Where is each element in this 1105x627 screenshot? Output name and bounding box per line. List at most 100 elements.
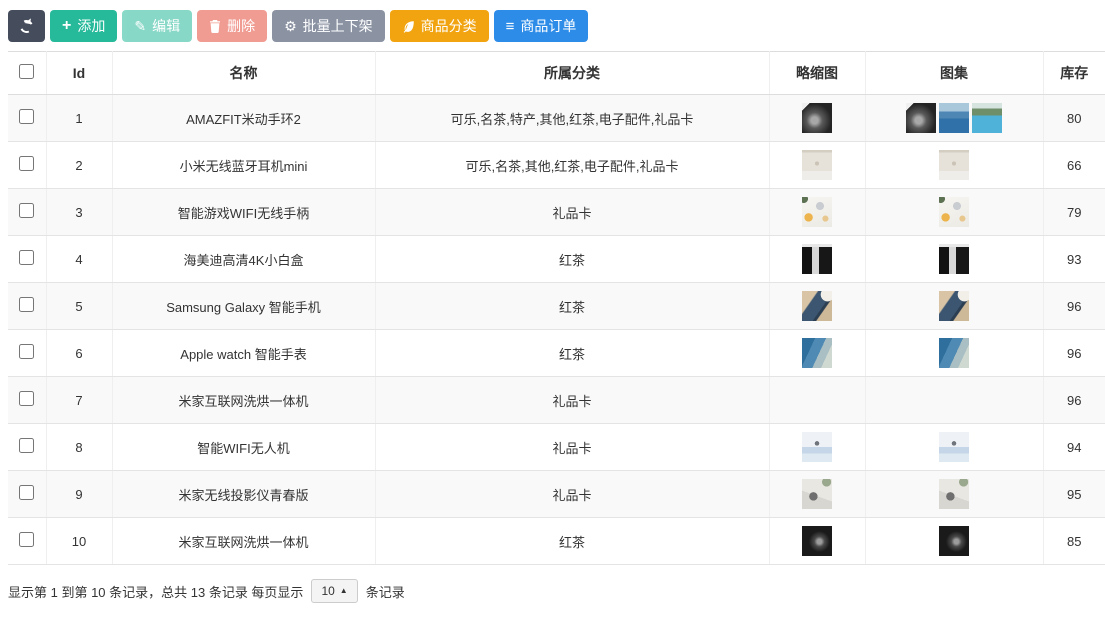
column-header-gallery: 图集: [865, 52, 1043, 95]
product-category-label: 商品分类: [421, 16, 477, 36]
toolbar: + 添加 ✎ 编辑 删除 ⚙ 批量上下架 商品分类 ≡ 商品订单: [8, 10, 1105, 42]
cell-category: 礼品卡: [375, 377, 769, 424]
edit-button[interactable]: ✎ 编辑: [122, 10, 192, 42]
product-category-button[interactable]: 商品分类: [390, 10, 489, 42]
cell-stock: 80: [1043, 95, 1105, 142]
pencil-icon: ✎: [134, 19, 146, 33]
cell-category: 礼品卡: [375, 424, 769, 471]
thumbnail-image[interactable]: [802, 432, 832, 462]
select-all-cell: [8, 52, 46, 95]
trash-icon: [209, 20, 221, 33]
cell-category: 可乐,名茶,其他,红茶,电子配件,礼品卡: [375, 142, 769, 189]
cell-stock: 96: [1043, 377, 1105, 424]
column-header-name: 名称: [112, 52, 375, 95]
table-row[interactable]: 3 智能游戏WIFI无线手柄 礼品卡 79: [8, 189, 1105, 236]
gallery-image[interactable]: [939, 197, 969, 227]
cell-id: 9: [46, 471, 112, 518]
delete-button[interactable]: 删除: [197, 10, 267, 42]
add-button[interactable]: + 添加: [50, 10, 117, 42]
cell-id: 8: [46, 424, 112, 471]
gallery-image[interactable]: [939, 103, 969, 133]
column-header-category: 所属分类: [375, 52, 769, 95]
cell-stock: 94: [1043, 424, 1105, 471]
thumbnail-image[interactable]: [802, 244, 832, 274]
thumbnail-image[interactable]: [802, 197, 832, 227]
table-row[interactable]: 2 小米无线蓝牙耳机mini 可乐,名茶,其他,红茶,电子配件,礼品卡 66: [8, 142, 1105, 189]
cell-thumbnail-empty: [769, 377, 865, 424]
thumbnail-image[interactable]: [802, 479, 832, 509]
table-row[interactable]: 8 智能WIFI无人机 礼品卡 94: [8, 424, 1105, 471]
cell-id: 4: [46, 236, 112, 283]
cell-name: 海美迪高清4K小白盒: [112, 236, 375, 283]
column-header-stock: 库存: [1043, 52, 1105, 95]
cell-name: 智能WIFI无人机: [112, 424, 375, 471]
gallery-image[interactable]: [939, 526, 969, 556]
cell-name: 米家无线投影仪青春版: [112, 471, 375, 518]
thumbnail-image[interactable]: [802, 291, 832, 321]
pagination-summary: 显示第 1 到第 10 条记录，总共 13 条记录 每页显示: [8, 582, 303, 601]
row-checkbox[interactable]: [19, 532, 34, 547]
row-checkbox[interactable]: [19, 344, 34, 359]
batch-updown-button[interactable]: ⚙ 批量上下架: [272, 10, 385, 42]
row-checkbox[interactable]: [19, 250, 34, 265]
row-checkbox[interactable]: [19, 109, 34, 124]
gallery-image[interactable]: [939, 291, 969, 321]
row-checkbox[interactable]: [19, 156, 34, 171]
column-header-id: Id: [46, 52, 112, 95]
row-checkbox[interactable]: [19, 203, 34, 218]
cell-id: 2: [46, 142, 112, 189]
gallery-image[interactable]: [939, 150, 969, 180]
table-row[interactable]: 9 米家无线投影仪青春版 礼品卡 95: [8, 471, 1105, 518]
thumbnail-image[interactable]: [802, 150, 832, 180]
cell-id: 1: [46, 95, 112, 142]
cell-category: 红茶: [375, 236, 769, 283]
table-row[interactable]: 5 Samsung Galaxy 智能手机 红茶 96: [8, 283, 1105, 330]
thumbnail-image[interactable]: [802, 103, 832, 133]
table-row[interactable]: 4 海美迪高清4K小白盒 红茶 93: [8, 236, 1105, 283]
cell-category: 红茶: [375, 330, 769, 377]
cell-stock: 93: [1043, 236, 1105, 283]
gallery-image[interactable]: [939, 479, 969, 509]
gallery-image[interactable]: [939, 338, 969, 368]
row-checkbox[interactable]: [19, 391, 34, 406]
row-checkbox[interactable]: [19, 485, 34, 500]
cell-id: 3: [46, 189, 112, 236]
table-row[interactable]: 7 米家互联网洗烘一体机 礼品卡 96: [8, 377, 1105, 424]
add-button-label: 添加: [77, 16, 105, 36]
product-management-page: + 添加 ✎ 编辑 删除 ⚙ 批量上下架 商品分类 ≡ 商品订单: [0, 0, 1105, 603]
gallery-image[interactable]: [972, 103, 1002, 133]
thumbnail-image[interactable]: [802, 338, 832, 368]
row-checkbox[interactable]: [19, 297, 34, 312]
table-row[interactable]: 1 AMAZFIT米动手环2 可乐,名茶,特产,其他,红茶,电子配件,礼品卡 8…: [8, 95, 1105, 142]
select-all-checkbox[interactable]: [19, 64, 34, 79]
product-orders-button[interactable]: ≡ 商品订单: [494, 10, 589, 42]
cell-name: Apple watch 智能手表: [112, 330, 375, 377]
cell-id: 6: [46, 330, 112, 377]
gallery-image[interactable]: [939, 244, 969, 274]
page-size-value: 10: [321, 584, 334, 598]
batch-updown-label: 批量上下架: [303, 16, 373, 36]
table-row[interactable]: 6 Apple watch 智能手表 红茶 96: [8, 330, 1105, 377]
cell-stock: 96: [1043, 330, 1105, 377]
gallery-image[interactable]: [939, 432, 969, 462]
list-icon: ≡: [506, 19, 515, 34]
cell-category: 礼品卡: [375, 189, 769, 236]
pagination-bar: 显示第 1 到第 10 条记录，总共 13 条记录 每页显示 10 ▲ 条记录: [8, 579, 1105, 603]
gallery-image[interactable]: [906, 103, 936, 133]
cell-stock: 79: [1043, 189, 1105, 236]
cell-id: 5: [46, 283, 112, 330]
delete-button-label: 删除: [227, 16, 255, 36]
row-checkbox[interactable]: [19, 438, 34, 453]
pagination-summary-suffix: 条记录: [366, 582, 405, 601]
caret-up-icon: ▲: [340, 587, 348, 595]
table-row[interactable]: 10 米家互联网洗烘一体机 红茶 85: [8, 518, 1105, 565]
cell-category: 礼品卡: [375, 471, 769, 518]
refresh-button[interactable]: [8, 10, 45, 42]
cell-name: 智能游戏WIFI无线手柄: [112, 189, 375, 236]
plus-icon: +: [62, 18, 71, 34]
cell-stock: 66: [1043, 142, 1105, 189]
cell-gallery-empty: [865, 377, 1043, 424]
thumbnail-image[interactable]: [802, 526, 832, 556]
page-size-select[interactable]: 10 ▲: [311, 579, 357, 603]
gear-icon: ⚙: [284, 19, 297, 33]
